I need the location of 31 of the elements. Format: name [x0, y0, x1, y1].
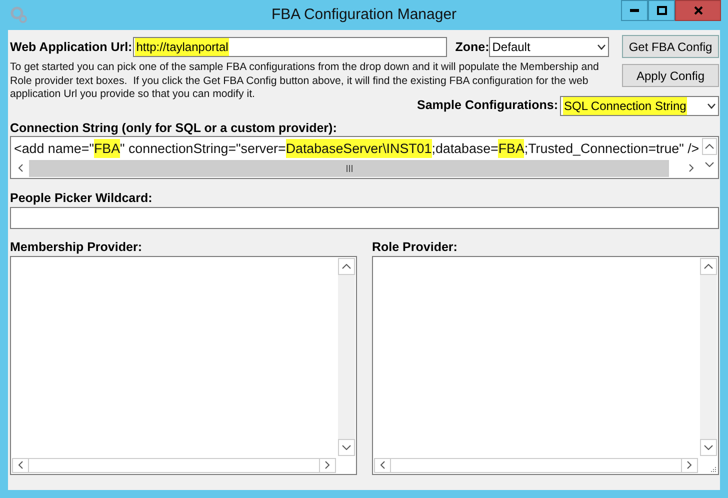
horizontal-scrollbar[interactable]: [374, 458, 698, 472]
field-label: Membership Provider:: [10, 238, 143, 254]
zone-dropdown[interactable]: Default: [489, 37, 610, 57]
vertical-scrollbar[interactable]: [700, 258, 717, 456]
field-label: Zone:: [455, 38, 490, 56]
maximize-button[interactable]: [648, 0, 675, 21]
resize-grip-icon[interactable]: [709, 464, 717, 472]
horizontal-scrollbar[interactable]: [12, 458, 336, 472]
window-title: FBA Configuration Manager: [271, 4, 457, 25]
provider-text-area[interactable]: [372, 256, 719, 474]
field-label: Sample Configurations:: [417, 97, 558, 114]
chevron-down-icon: [597, 44, 606, 50]
people-picker-field[interactable]: [10, 206, 719, 228]
grip-icon: [346, 164, 352, 172]
minimize-button[interactable]: [621, 0, 648, 21]
maximize-icon: [656, 6, 666, 15]
field-label: Web Application Url:: [10, 38, 132, 56]
apply-config-button[interactable]: Apply Config: [622, 64, 719, 87]
gears-icon: [10, 6, 28, 24]
url-field[interactable]: http://taylanportal: [133, 37, 448, 57]
field-label: People Picker Wildcard:: [10, 190, 154, 206]
vertical-scrollbar[interactable]: [338, 258, 355, 456]
close-button[interactable]: [675, 0, 721, 21]
minimize-icon: [630, 9, 639, 12]
provider-text-area[interactable]: [10, 256, 357, 474]
field-label: Connection String (only for SQL or a custom provider):: [10, 120, 338, 136]
get-config-button[interactable]: Get FBA Config: [622, 35, 719, 58]
close-icon: [694, 6, 702, 15]
field-label: Role Provider:: [372, 238, 458, 254]
sample-config-dropdown[interactable]: SQL Connection String: [560, 96, 719, 116]
chevron-down-icon: [707, 102, 716, 108]
